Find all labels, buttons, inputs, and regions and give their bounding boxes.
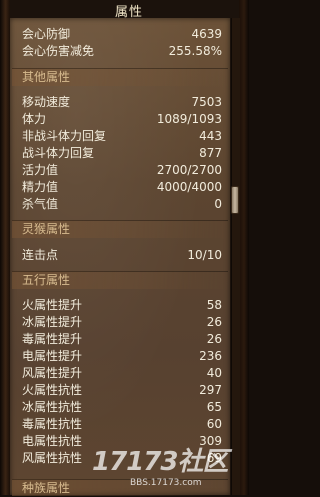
stat-row-crit-damage-reduction: 会心伤害减免 255.58%: [22, 43, 222, 59]
watermark: 17173社区 BBS.17173.com: [92, 446, 242, 492]
stat-value: 1089/1093: [156, 112, 222, 126]
stat-row: 精力值 4000/4000: [22, 179, 222, 195]
stat-label: 冰属性抗性: [22, 400, 83, 414]
stat-value: 297: [199, 383, 222, 397]
stat-row: 冰属性抗性 65: [22, 399, 222, 415]
stat-label: 电属性抗性: [22, 434, 83, 448]
stat-row: 毒属性提升 26: [22, 331, 222, 347]
stat-value: 10/10: [187, 248, 222, 262]
section-header-other[interactable]: 其他属性: [12, 68, 228, 86]
scrollbar-track[interactable]: [231, 18, 240, 495]
stat-label: 精力值: [22, 180, 59, 194]
section-title: 种族属性: [22, 481, 71, 495]
stat-value: 26: [206, 332, 222, 346]
stat-row-crit-defense: 会心防御 4639: [22, 26, 222, 42]
stat-label: 火属性抗性: [22, 383, 83, 397]
watermark-url: BBS.17173.com: [130, 478, 202, 488]
stat-row: 体力 1089/1093: [22, 111, 222, 127]
stat-label: 会心防御: [22, 27, 71, 41]
stat-label: 非战斗体力回复: [22, 129, 107, 143]
section-title: 五行属性: [22, 273, 71, 287]
stat-value: 58: [206, 298, 222, 312]
stat-label: 火属性提升: [22, 298, 83, 312]
section-header-spirit-monkey[interactable]: 灵猴属性: [12, 220, 228, 238]
watermark-logo: 17173社区: [92, 447, 228, 477]
stat-row: 连击点 10/10: [22, 247, 222, 263]
attribute-window: 属性 会心防御 4639 会心伤害减免 255.58% 其他属性 移动速度 75…: [0, 0, 249, 496]
stat-label: 风属性抗性: [22, 451, 83, 465]
stat-value: 60: [206, 417, 222, 431]
stat-row: 战斗体力回复 877: [22, 145, 222, 161]
stat-label: 毒属性提升: [22, 332, 83, 346]
stat-row: 冰属性提升 26: [22, 314, 222, 330]
window-right-border: [239, 0, 249, 495]
stat-value: 65: [206, 400, 222, 414]
stat-value: 4000/4000: [156, 180, 222, 194]
stat-row: 风属性提升 40: [22, 365, 222, 381]
scrollbar-thumb[interactable]: [231, 186, 239, 214]
stat-value: 40: [206, 366, 222, 380]
stat-row: 电属性提升 236: [22, 348, 222, 364]
stat-row: 活力值 2700/2700: [22, 162, 222, 178]
stat-label: 体力: [22, 112, 47, 126]
stat-label: 移动速度: [22, 95, 71, 109]
stat-value: 26: [206, 315, 222, 329]
stat-value: 0: [214, 197, 222, 211]
stat-value: 7503: [191, 95, 222, 109]
stat-row: 火属性抗性 297: [22, 382, 222, 398]
stat-label: 毒属性抗性: [22, 417, 83, 431]
section-header-five-elements[interactable]: 五行属性: [12, 271, 228, 289]
stat-value: 877: [199, 146, 222, 160]
stat-row: 火属性提升 58: [22, 297, 222, 313]
stat-label: 战斗体力回复: [22, 146, 95, 160]
section-title: 其他属性: [22, 70, 71, 84]
stat-value: 443: [199, 129, 222, 143]
stat-label: 冰属性提升: [22, 315, 83, 329]
stat-row: 杀气值 0: [22, 196, 222, 212]
stat-row: 非战斗体力回复 443: [22, 128, 222, 144]
window-left-border: [0, 0, 10, 495]
stat-label: 会心伤害减免: [22, 44, 95, 58]
stat-label: 连击点: [22, 248, 59, 262]
section-title: 灵猴属性: [22, 222, 71, 236]
stat-row: 移动速度 7503: [22, 94, 222, 110]
stat-value: 236: [199, 349, 222, 363]
stat-label: 风属性提升: [22, 366, 83, 380]
stat-label: 电属性提升: [22, 349, 83, 363]
stat-label: 活力值: [22, 163, 59, 177]
stat-value: 255.58%: [168, 44, 222, 58]
stat-label: 杀气值: [22, 197, 59, 211]
stat-value: 4639: [191, 27, 222, 41]
stat-row: 毒属性抗性 60: [22, 416, 222, 432]
stat-value: 2700/2700: [156, 163, 222, 177]
